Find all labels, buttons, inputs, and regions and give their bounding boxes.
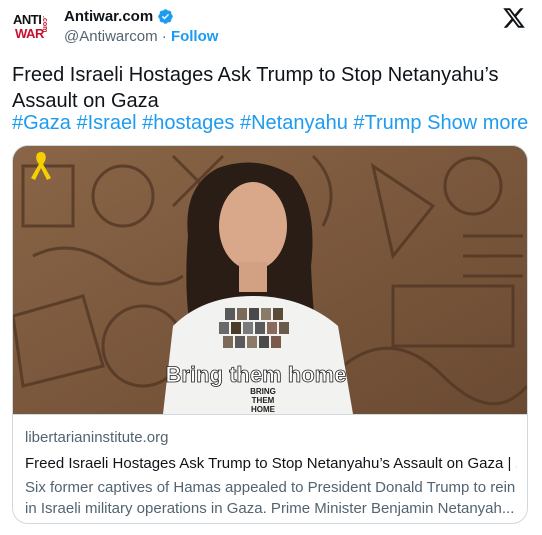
show-more-link[interactable]: Show more [427,112,528,134]
hashtag-hostages[interactable]: #hostages [142,112,234,134]
shirt-text-2: THEM [252,396,275,405]
author-name[interactable]: Antiwar.com [64,8,153,25]
author-name-row: Antiwar.com [64,8,174,25]
card-description: Six former captives of Hamas appealed to… [25,479,516,517]
hashtag-trump[interactable]: #Trump [353,112,421,134]
card-title: Freed Israeli Hostages Ask Trump to Stop… [25,455,517,472]
x-logo-icon[interactable] [502,6,526,30]
card-domain: libertarianinstitute.org [25,429,169,446]
hashtag-netanyahu[interactable]: #Netanyahu [240,112,348,134]
shirt-text-3: HOME [251,405,276,414]
verified-badge-icon [158,9,173,24]
separator-dot: · [161,28,167,45]
avatar-text-war: WAR [15,26,44,41]
card-media-image[interactable]: Bring them home BRING THEM HOME [13,146,527,414]
avatar-text-anti: ANTI [13,12,42,27]
avatar-text-com: .com [41,16,48,33]
author-avatar[interactable]: ANTI WAR .com [12,6,54,48]
follow-button[interactable]: Follow [171,28,219,45]
hashtag-israel[interactable]: #Israel [77,112,137,134]
card-details[interactable]: libertarianinstitute.org Freed Israeli H… [13,414,527,517]
shirt-text-1: BRING [250,387,276,396]
video-still: Bring them home BRING THEM HOME [13,146,527,414]
tweet-header: ANTI WAR .com Antiwar.com @Antiwarcom · … [12,4,532,48]
video-caption: Bring them home [166,362,347,387]
hashtag-gaza[interactable]: #Gaza [12,112,71,134]
author-handle-row: @Antiwarcom · Follow [64,28,218,45]
author-handle[interactable]: @Antiwarcom [64,28,158,45]
link-card[interactable]: Bring them home BRING THEM HOME libertar… [12,145,528,524]
hashtag-row: #Gaza #Israel #hostages #Netanyahu #Trum… [12,110,528,136]
tweet-text: Freed Israeli Hostages Ask Trump to Stop… [12,64,499,112]
